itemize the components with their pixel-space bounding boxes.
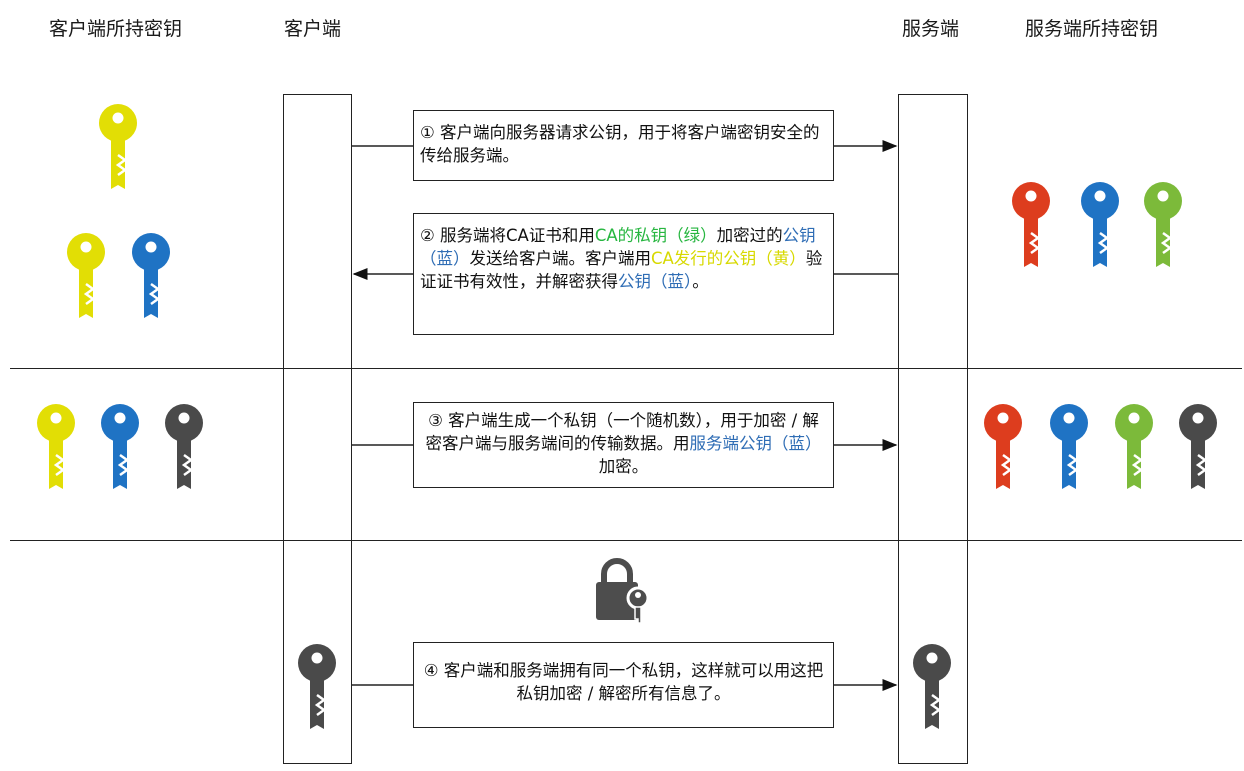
padlock-icon <box>596 558 650 624</box>
message-box-1: ① 客户端向服务器请求公钥，用于将客户端密钥安全的传给服务端。 <box>413 110 834 181</box>
key-icon <box>37 404 75 489</box>
key-icon <box>1144 182 1182 267</box>
key-icon <box>1012 182 1050 267</box>
key-icon <box>132 233 170 318</box>
message-text-segment: 加密过的 <box>716 226 783 245</box>
message-text-segment: 发送给客户端。客户端用 <box>469 249 652 268</box>
message-box-2: ② 服务端将CA证书和用CA的私钥（绿）加密过的公钥（蓝） 发送给客户端。客户端用… <box>413 213 834 335</box>
key-icon <box>99 104 137 189</box>
key-icon <box>67 233 105 318</box>
message-text-segment: CA的私钥（绿） <box>594 226 717 245</box>
message-text-segment: 加密。 <box>598 457 649 476</box>
message-text-segment: ① 客户端向服务器请求公钥，用于将客户端密钥安全的传给服务端。 <box>420 123 820 165</box>
key-icon <box>165 404 203 489</box>
message-text-segment: ④ 客户端和服务端拥有同一个私钥，这样就可以用这把私钥加密 / 解密所有信息了。 <box>423 661 824 703</box>
key-icon <box>1081 182 1119 267</box>
key-icon <box>1050 404 1088 489</box>
message-text-segment: ② 服务端将CA证书和用 <box>420 226 595 245</box>
key-icon <box>101 404 139 489</box>
key-icon <box>1115 404 1153 489</box>
key-icon <box>1179 404 1217 489</box>
message-text-segment: 公钥（蓝） <box>618 272 693 291</box>
message-text-segment: 。 <box>692 272 709 291</box>
message-text-segment: CA发行的公钥（黄） <box>651 249 806 268</box>
message-text-segment: 服务端公钥（蓝） <box>689 434 822 453</box>
key-icon <box>913 644 951 729</box>
key-icon <box>298 644 336 729</box>
key-icon <box>984 404 1022 489</box>
message-box-4: ④ 客户端和服务端拥有同一个私钥，这样就可以用这把私钥加密 / 解密所有信息了。 <box>413 642 834 728</box>
message-box-3: ③ 客户端生成一个私钥（一个随机数），用于加密 / 解密客户端与服务端间的传输数… <box>413 402 834 488</box>
